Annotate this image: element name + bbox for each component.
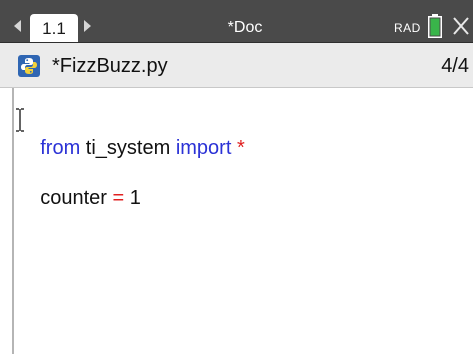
previous-page-arrow-icon[interactable] [14, 20, 21, 32]
page-tab[interactable]: 1.1 [30, 14, 78, 42]
next-page-arrow-icon[interactable] [84, 20, 91, 32]
code-token: 1 [124, 187, 141, 209]
text-cursor-icon [16, 108, 24, 132]
file-header: *FizzBuzz.py 4/4 [0, 43, 473, 88]
editor-left-border [12, 88, 14, 354]
python-icon [18, 55, 40, 77]
calculator-screen: 1.1 *Doc RAD *FizzBuzz.py 4/4 from ti_sy… [0, 0, 473, 354]
code-line-2[interactable]: counter = 1 [18, 156, 141, 240]
document-title: *Doc [227, 19, 263, 36]
page-count: 4/4 [441, 55, 469, 77]
code-token: * [236, 137, 245, 159]
close-icon[interactable] [452, 16, 470, 36]
title-bar: 1.1 *Doc RAD [0, 0, 473, 43]
battery-icon [428, 14, 442, 38]
file-name: *FizzBuzz.py [52, 55, 168, 77]
code-token: counter [40, 187, 113, 209]
code-token: import [175, 137, 232, 159]
angle-mode-indicator: RAD [394, 21, 421, 35]
code-token: = [112, 187, 125, 209]
